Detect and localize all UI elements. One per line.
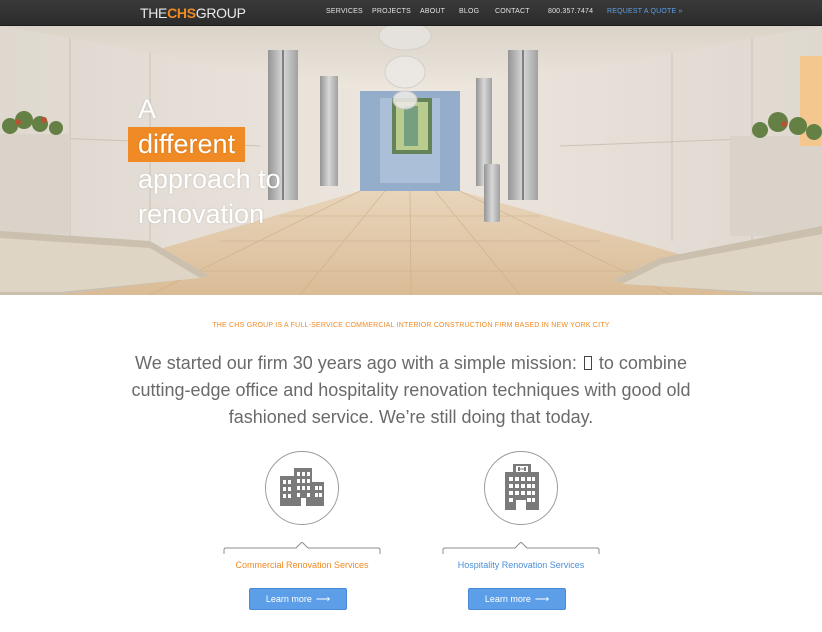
commercial-icon-circle[interactable] — [265, 451, 339, 525]
hero-line-3: approach to — [138, 164, 281, 194]
main-nav: SERVICES PROJECTS ABOUT BLOG CONTACT 800… — [0, 8, 822, 20]
missing-glyph-icon — [583, 356, 592, 370]
hospitality-icon-circle[interactable] — [484, 451, 558, 525]
hero-line-1: A — [138, 94, 157, 124]
hero-headline: A different approach to renovation — [128, 92, 281, 232]
service-hospitality: Hospitality Renovation Services Learn mo… — [441, 448, 601, 618]
nav-contact[interactable]: CONTACT — [495, 8, 530, 15]
service-commercial: Commercial Renovation Services Learn mor… — [222, 448, 382, 618]
nav-request-quote[interactable]: REQUEST A QUOTE » — [607, 8, 683, 15]
hospitality-learn-more-button[interactable]: Learn more ⟶ — [468, 588, 566, 610]
arrow-right-icon: ⟶ — [315, 594, 331, 605]
hero-line-4: renovation — [138, 199, 265, 229]
hero-highlight: different — [128, 127, 246, 162]
mission-statement: We started our firm 30 years ago with a … — [130, 350, 692, 431]
commercial-service-title[interactable]: Commercial Renovation Services — [212, 560, 392, 570]
hospitality-service-title[interactable]: Hospitality Renovation Services — [431, 560, 611, 570]
nav-blog[interactable]: BLOG — [459, 8, 479, 15]
nav-phone[interactable]: 800.357.7474 — [548, 8, 593, 15]
hospitality-label-bracket — [442, 542, 600, 554]
lobby-hallway-photo — [0, 26, 822, 295]
top-nav-bar: THECHSGROUP SERVICES PROJECTS ABOUT BLOG… — [0, 0, 822, 26]
commercial-learn-more-label: Learn more — [265, 594, 312, 604]
company-tagline: THE CHS GROUP IS A FULL-SERVICE COMMERCI… — [212, 322, 610, 329]
hero-banner: A different approach to renovation — [0, 26, 822, 295]
commercial-label-bracket — [223, 542, 381, 554]
nav-about[interactable]: ABOUT — [420, 8, 445, 15]
office-buildings-icon — [280, 468, 324, 506]
nav-services[interactable]: SERVICES — [326, 8, 363, 15]
commercial-learn-more-button[interactable]: Learn more ⟶ — [249, 588, 347, 610]
nav-projects[interactable]: PROJECTS — [372, 8, 411, 15]
arrow-right-icon: ⟶ — [534, 594, 550, 605]
hotel-building-icon — [505, 464, 539, 510]
mission-text-1: We started our firm 30 years ago with a … — [135, 353, 577, 373]
hospitality-learn-more-label: Learn more — [484, 594, 531, 604]
